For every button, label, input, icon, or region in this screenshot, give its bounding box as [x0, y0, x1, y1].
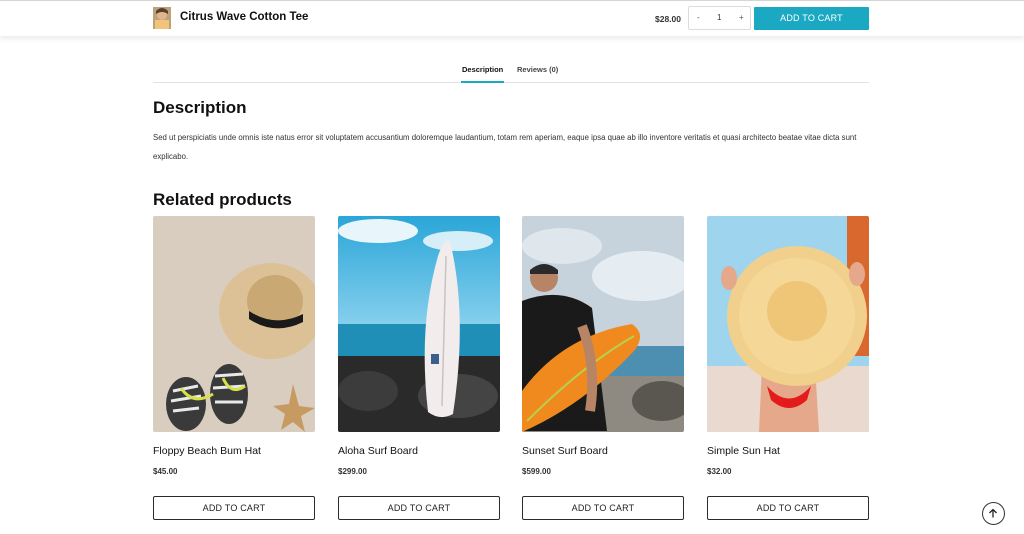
description-text: Sed ut perspiciatis unde omnis iste natu… — [153, 133, 857, 161]
add-to-cart-button[interactable]: ADD TO CART — [707, 496, 869, 520]
add-to-cart-button[interactable]: ADD TO CART — [153, 496, 315, 520]
sticky-add-to-cart-bar: Citrus Wave Cotton Tee $28.00 - 1 + ADD … — [0, 0, 1024, 36]
scroll-to-top-button[interactable] — [982, 502, 1005, 525]
product-card: Simple Sun Hat $32.00 ADD TO CART — [707, 216, 869, 520]
product-image[interactable] — [338, 216, 500, 432]
product-name[interactable]: Aloha Surf Board — [338, 445, 418, 457]
tab-reviews[interactable]: Reviews (0) — [517, 65, 558, 74]
product-thumbnail — [153, 7, 171, 29]
add-to-cart-button[interactable]: ADD TO CART — [522, 496, 684, 520]
product-name[interactable]: Sunset Surf Board — [522, 445, 608, 457]
quantity-decrease-button[interactable]: - — [697, 13, 700, 22]
sticky-product-title: Citrus Wave Cotton Tee — [180, 11, 309, 23]
product-price: $32.00 — [707, 467, 732, 476]
product-tabs: Description Reviews (0) — [153, 62, 869, 83]
product-price: $599.00 — [522, 467, 551, 476]
product-image[interactable] — [707, 216, 869, 432]
product-card: Sunset Surf Board $599.00 ADD TO CART — [522, 216, 684, 520]
product-price: $299.00 — [338, 467, 367, 476]
sticky-add-to-cart-button[interactable]: ADD TO CART — [754, 7, 869, 30]
sticky-product-price: $28.00 — [655, 14, 681, 24]
active-tab-indicator — [461, 81, 504, 83]
quantity-increase-button[interactable]: + — [739, 13, 744, 22]
add-to-cart-button[interactable]: ADD TO CART — [338, 496, 500, 520]
tab-description[interactable]: Description — [462, 65, 503, 74]
product-image[interactable] — [153, 216, 315, 432]
product-card: Aloha Surf Board $299.00 ADD TO CART — [338, 216, 500, 520]
description-heading: Description — [153, 98, 247, 117]
product-card: Floppy Beach Bum Hat $45.00 ADD TO CART — [153, 216, 315, 520]
product-price: $45.00 — [153, 467, 178, 476]
related-products-heading: Related products — [153, 190, 292, 209]
arrow-up-icon — [989, 508, 997, 518]
quantity-stepper[interactable]: - 1 + — [688, 6, 751, 30]
quantity-value[interactable]: 1 — [717, 13, 721, 22]
product-image[interactable] — [522, 216, 684, 432]
product-name[interactable]: Floppy Beach Bum Hat — [153, 445, 261, 457]
product-name[interactable]: Simple Sun Hat — [707, 445, 780, 457]
